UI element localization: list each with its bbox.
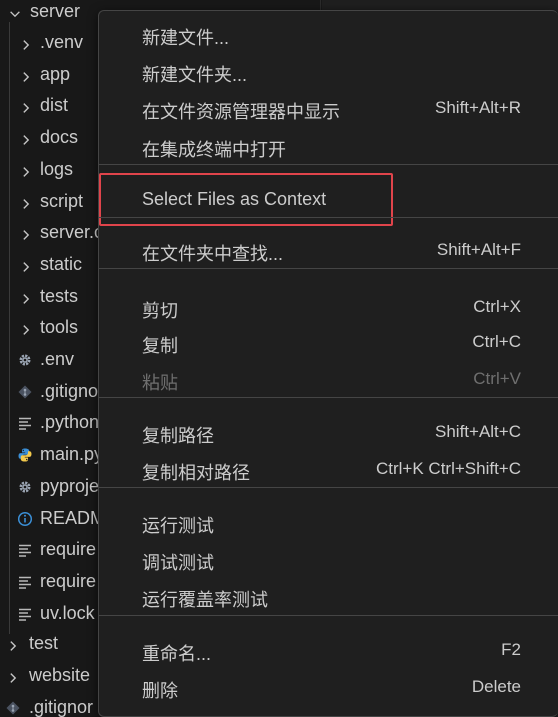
menu-item-label: 运行测试 (142, 516, 214, 536)
tree-item-label: app (40, 64, 71, 84)
chevron-right-icon (6, 637, 20, 651)
chevron-right-icon (19, 321, 33, 335)
tree-item-label: dist (40, 95, 69, 115)
chevron-right-icon (19, 163, 33, 177)
menu-item-label: 复制相对路径 (142, 463, 250, 483)
menu-item-label: 新建文件... (142, 28, 230, 48)
tree-item-label: pyproje (40, 476, 100, 496)
menu-item-label: 运行覆盖率测试 (142, 590, 268, 610)
tree-item-label: script (40, 191, 84, 211)
git-icon (17, 384, 33, 400)
menu-item[interactable]: 运行测试 (99, 505, 558, 541)
tree-item-label: .venv (40, 32, 84, 52)
tree-item-label: tools (40, 317, 79, 337)
menu-item-shortcut: Shift+Alt+R (435, 98, 521, 117)
menu-item-label: 在文件夹中查找... (142, 244, 284, 264)
chevron-right-icon (19, 68, 33, 82)
menu-separator (99, 615, 558, 616)
menu-separator (99, 487, 558, 488)
menu-item[interactable]: 运行覆盖率测试 (99, 579, 558, 615)
tree-item-label: server (30, 1, 81, 21)
menu-item[interactable]: 剪切 Ctrl+X (99, 290, 558, 326)
chevron-down-icon (8, 5, 22, 19)
gear-icon (17, 352, 33, 368)
menu-item-shortcut: Delete (471, 677, 521, 696)
tree-item-label: test (29, 633, 59, 653)
menu-item[interactable]: 新建文件... (99, 17, 558, 53)
menu-item-label: Select Files as Context (142, 189, 327, 209)
tree-item-label: docs (40, 127, 79, 147)
menu-separator (99, 164, 558, 165)
menu-item-shortcut: Ctrl+K Ctrl+Shift+C (375, 459, 521, 478)
gear-icon (17, 479, 33, 495)
git-icon (5, 700, 21, 716)
menu-item-label: 新建文件夹... (142, 65, 248, 85)
lines-icon (17, 574, 33, 590)
tree-item-label: READM (40, 508, 106, 528)
menu-item-label: 剪切 (142, 301, 178, 321)
tree-item-label: static (40, 254, 83, 274)
tree-item-label: .env (40, 349, 75, 369)
menu-item-shortcut: Ctrl+X (473, 297, 521, 316)
menu-item-label: 复制 (142, 336, 178, 356)
menu-item[interactable]: 删除 Delete (99, 670, 558, 706)
tree-item-label: tests (40, 286, 79, 306)
menu-item[interactable]: 复制路径 Shift+Alt+C (99, 415, 558, 451)
menu-item-label: 重命名... (142, 644, 212, 664)
menu-item-shortcut: F2 (501, 640, 521, 659)
tree-item-label: require (40, 539, 97, 559)
menu-item: 粘贴 Ctrl+V (99, 362, 558, 398)
menu-item-label: 调试测试 (142, 553, 214, 573)
chevron-right-icon (19, 258, 33, 272)
chevron-right-icon (19, 131, 33, 145)
menu-item[interactable]: 复制 Ctrl+C (99, 325, 558, 361)
menu-item-shortcut: Shift+Alt+C (435, 422, 521, 441)
menu-item[interactable]: 在文件夹中查找... Shift+Alt+F (99, 233, 558, 269)
tree-item-label: server.c (40, 222, 104, 242)
menu-item-label: 粘贴 (142, 373, 178, 393)
menu-item[interactable]: 重命名... F2 (99, 633, 558, 669)
lines-icon (17, 542, 33, 558)
chevron-right-icon (19, 99, 33, 113)
menu-item[interactable]: 调试测试 (99, 542, 558, 578)
menu-item-shortcut: Ctrl+V (473, 369, 521, 388)
menu-item-label: 在文件资源管理器中显示 (142, 102, 340, 122)
chevron-right-icon (19, 226, 33, 240)
menu-item-shortcut: Ctrl+C (472, 332, 521, 351)
menu-item[interactable]: 在集成终端中打开 (99, 129, 558, 165)
menu-item[interactable]: Select Files as Context (99, 182, 558, 218)
tree-item-label: .python (40, 412, 100, 432)
tree-item-label: main.py (40, 444, 104, 464)
menu-item[interactable]: 复制相对路径 Ctrl+K Ctrl+Shift+C (99, 452, 558, 488)
chevron-right-icon (6, 669, 20, 683)
menu-item-shortcut: Shift+Alt+F (436, 240, 521, 259)
info-icon (17, 511, 33, 527)
tree-item-label: website (29, 665, 91, 685)
tree-item-label: require (40, 571, 97, 591)
tree-item-label: logs (40, 159, 74, 179)
python-icon (17, 447, 33, 463)
tree-item-label: .gitigno (40, 381, 99, 401)
menu-separator (99, 397, 558, 398)
chevron-right-icon (19, 195, 33, 209)
menu-item[interactable]: 在文件资源管理器中显示 Shift+Alt+R (99, 91, 558, 127)
context-menu: 新建文件... 新建文件夹... 在文件资源管理器中显示 Shift+Alt+R 在集成… (98, 10, 558, 717)
chevron-right-icon (19, 36, 33, 50)
lines-icon (17, 606, 33, 622)
chevron-right-icon (19, 290, 33, 304)
menu-item-label: 复制路径 (142, 426, 214, 446)
menu-item-label: 删除 (142, 681, 178, 701)
lines-icon (17, 415, 33, 431)
menu-separator (99, 268, 558, 269)
tree-item-label: uv.lock (40, 603, 95, 623)
menu-item[interactable]: 新建文件夹... (99, 54, 558, 90)
menu-separator (99, 217, 558, 218)
tree-item-label: .gitignor (29, 697, 94, 717)
menu-item-label: 在集成终端中打开 (142, 140, 286, 160)
